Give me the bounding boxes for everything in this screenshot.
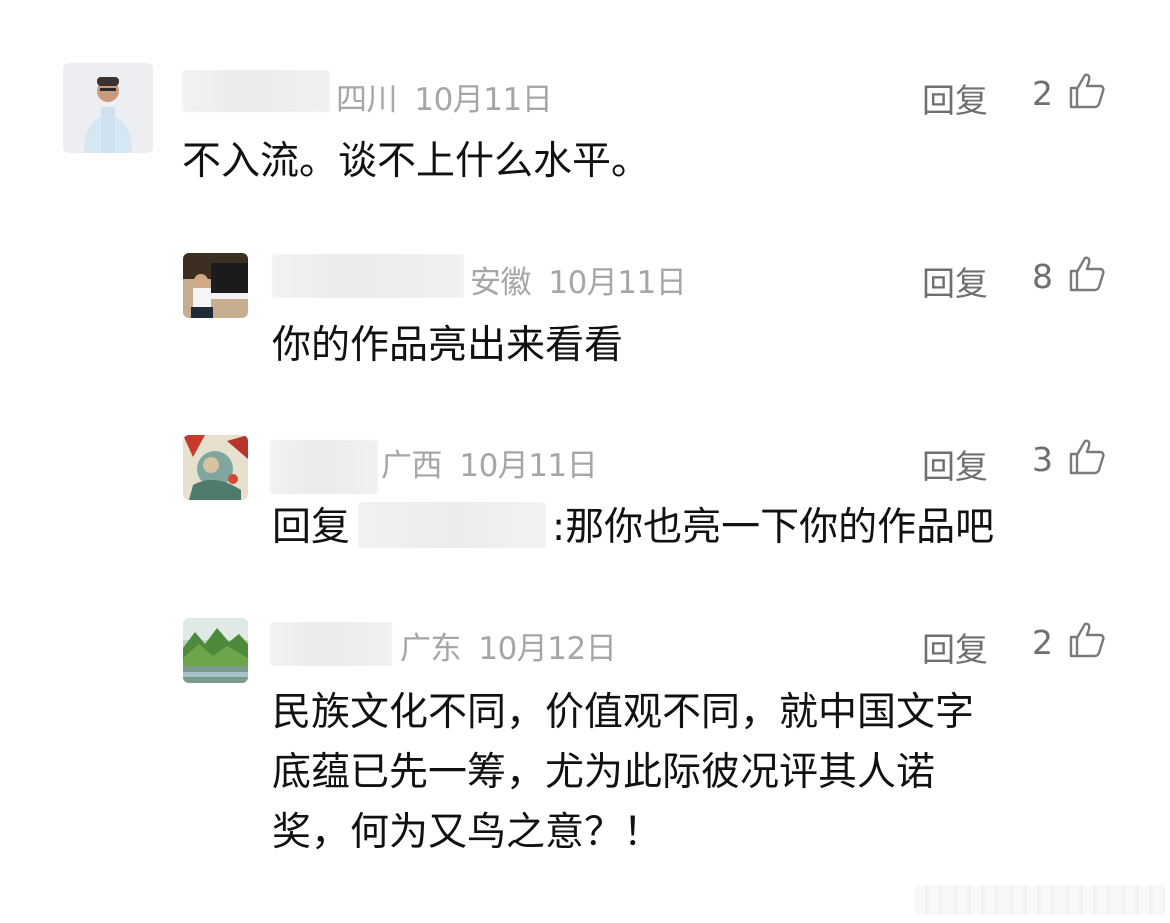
comment-text-line: 奖，何为又鸟之意？！	[272, 810, 663, 855]
comment-meta: 广东 10月12日	[400, 623, 617, 668]
like-count: 2	[1032, 623, 1053, 662]
comment-text: 民族文化不同，价值观不同，就中国文字 底蕴已先一筹，尤为此际彼况评其人诺 奖，何…	[272, 683, 974, 863]
comment-text-line: 底蕴已先一筹，尤为此际彼况评其人诺	[272, 750, 936, 795]
comment-text-line: 民族文化不同，价值观不同，就中国文字	[272, 690, 975, 735]
avatar[interactable]	[183, 618, 248, 683]
region-label: 广东	[400, 631, 462, 667]
reply-button[interactable]: 回复	[922, 623, 988, 671]
watermark-redacted	[915, 885, 1165, 915]
username-redacted[interactable]	[270, 622, 392, 666]
thumbs-up-icon[interactable]	[1068, 621, 1106, 659]
date-label: 10月12日	[478, 631, 617, 667]
comment-item: 广东 10月12日 回复 2 民族文化不同，价值观不同，就中国文字 底蕴已先一筹…	[0, 0, 1170, 880]
